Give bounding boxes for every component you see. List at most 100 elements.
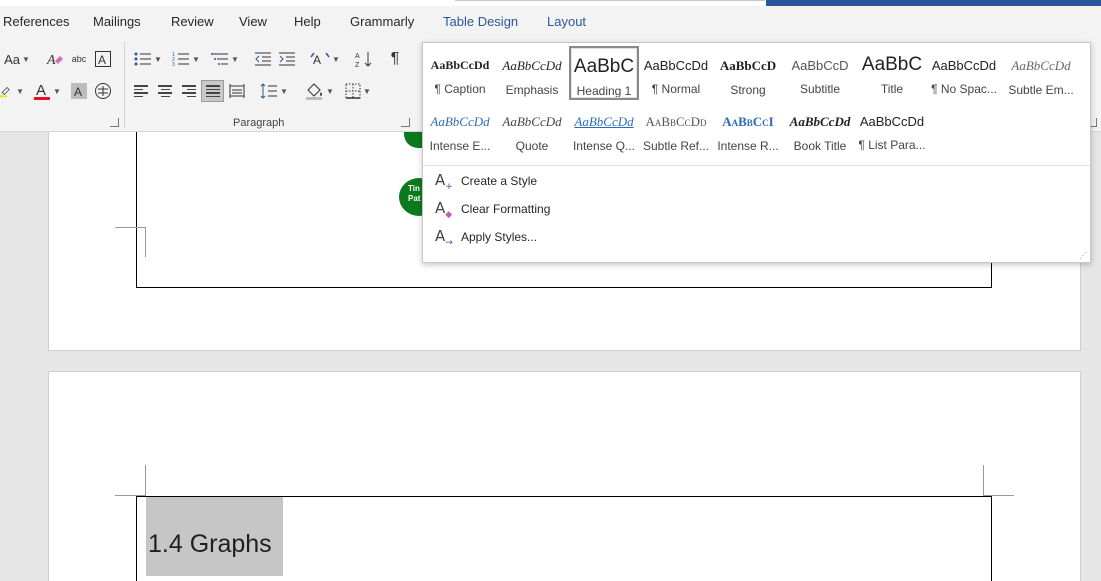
resize-grip-icon[interactable]: ⋰ (1079, 251, 1087, 260)
tab-table-design[interactable]: Table Design (443, 14, 518, 29)
svg-text:Z: Z (355, 62, 360, 68)
style-label: Intense R... (717, 139, 779, 153)
enclose-characters-icon[interactable] (92, 80, 114, 102)
chevron-down-icon: ▼ (16, 86, 24, 96)
text-direction-button[interactable]: A ▼ (308, 48, 342, 70)
style-label: ¶ Normal (651, 82, 701, 96)
tab-layout[interactable]: Layout (547, 14, 586, 29)
style-label: ¶ List Para... (858, 138, 926, 152)
character-border-icon[interactable]: A (92, 48, 114, 70)
menu-item-label: Apply Styles... (461, 230, 538, 244)
style-label: Subtle Em... (1008, 83, 1074, 97)
tab-view[interactable]: View (239, 14, 267, 29)
decrease-indent-icon[interactable] (252, 48, 274, 70)
chevron-down-icon: ▼ (192, 54, 200, 64)
svg-text:A: A (98, 53, 106, 67)
tab-review[interactable]: Review (171, 14, 214, 29)
align-left-icon[interactable] (131, 80, 151, 102)
align-right-icon[interactable] (179, 80, 199, 102)
shape-label: Tin Pat (408, 184, 421, 203)
style-strong[interactable]: AaBbCcD Strong (713, 46, 783, 100)
character-shading-icon[interactable]: A (68, 80, 90, 102)
style-intense-reference[interactable]: AaBbCcI Intense R... (713, 102, 783, 156)
style-caption[interactable]: AaBbCcDd ¶ Caption (425, 46, 495, 100)
styles-gallery: AaBbCcDd ¶ Caption AaBbCcDd Emphasis AaB… (422, 42, 1091, 263)
tab-help[interactable]: Help (294, 14, 321, 29)
style-list-paragraph[interactable]: AaBbCcDd ¶ List Para... (857, 102, 927, 156)
style-label: Subtitle (799, 82, 841, 96)
style-preview: AaBbC (573, 56, 635, 77)
style-normal[interactable]: AaBbCcDd ¶ Normal (641, 46, 711, 100)
increase-indent-icon[interactable] (276, 48, 298, 70)
crop-mark (115, 227, 145, 228)
style-intense-quote[interactable]: AaBbCcDd Intense Q... (569, 102, 639, 156)
highlight-icon[interactable]: ▼ (0, 80, 24, 102)
align-center-icon[interactable] (155, 80, 175, 102)
style-label: Book Title (793, 139, 847, 153)
style-preview: AaBbCcDd (502, 58, 562, 73)
distributed-icon[interactable] (227, 80, 247, 102)
tab-references[interactable]: References (3, 14, 69, 29)
paragraph-group-label: Paragraph (233, 117, 285, 129)
menu-item-label: Clear Formatting (461, 202, 551, 216)
font-color-icon[interactable]: A ▼ (30, 80, 64, 102)
chevron-down-icon: ▼ (363, 86, 371, 96)
style-title[interactable]: AaBbC Title (857, 46, 927, 100)
style-label: ¶ No Spac... (931, 82, 997, 96)
svg-text:3: 3 (172, 62, 175, 67)
section-heading[interactable]: 1.4 Graphs (148, 530, 272, 559)
style-intense-emphasis[interactable]: AaBbCcDd Intense E... (425, 102, 495, 156)
style-preview: AaBbCcD (719, 58, 777, 73)
title-divider (455, 0, 765, 1)
chevron-down-icon: ▼ (231, 54, 239, 64)
style-preview: AaBbCcDd (643, 58, 709, 73)
sort-icon[interactable]: AZ (353, 48, 375, 70)
style-preview: AaBbCcD (791, 58, 849, 73)
style-quote[interactable]: AaBbCcDd Quote (497, 102, 567, 156)
clear-formatting-icon[interactable]: A (44, 48, 66, 70)
style-preview: AaBbCcDd (931, 58, 997, 73)
style-emphasis[interactable]: AaBbCcDd Emphasis (497, 46, 567, 100)
line-spacing-button[interactable]: ▼ (257, 80, 291, 102)
change-case-button[interactable]: Aa ▼ (2, 48, 32, 70)
borders-button[interactable]: ▼ (341, 80, 375, 102)
style-preview: AaBbC (861, 54, 923, 75)
style-label: Intense E... (429, 139, 491, 153)
chevron-down-icon: ▼ (332, 54, 340, 64)
svg-text:A: A (36, 82, 46, 99)
bullets-button[interactable]: ▼ (131, 48, 165, 70)
svg-text:A: A (313, 53, 321, 67)
clear-formatting-item[interactable]: A◆ Clear Formatting (435, 198, 550, 220)
chevron-down-icon: ▼ (280, 86, 288, 96)
shading-button[interactable]: ▼ (302, 80, 336, 102)
phonetic-guide-icon[interactable]: abc (68, 48, 90, 70)
show-formatting-marks-button[interactable]: ¶ (384, 48, 406, 70)
style-preview: AaBbCcDd (859, 114, 925, 129)
svg-text:A: A (74, 85, 82, 99)
apply-styles-item[interactable]: A→ Apply Styles... (435, 226, 537, 248)
style-no-spacing[interactable]: AaBbCcDd ¶ No Spac... (929, 46, 999, 100)
group-separator (124, 42, 125, 128)
style-subtitle[interactable]: AaBbCcD Subtitle (785, 46, 855, 100)
multilevel-list-button[interactable]: ▼ (208, 48, 242, 70)
create-style-item[interactable]: A+ Create a Style (435, 170, 537, 192)
chevron-down-icon: ▼ (53, 86, 61, 96)
style-subtle-reference[interactable]: AaBbCcDd Subtle Ref... (641, 102, 711, 156)
style-subtle-emphasis[interactable]: AaBbCcDd Subtle Em... (1001, 46, 1081, 100)
create-style-icon: A+ (435, 170, 453, 192)
style-preview: AaBbCcDd (430, 58, 490, 72)
style-label: Subtle Ref... (642, 139, 710, 153)
font-dialog-launcher[interactable] (110, 118, 119, 127)
style-preview: AaBbCcI (722, 114, 774, 129)
paragraph-dialog-launcher[interactable] (401, 118, 410, 127)
style-preview: AaBbCcDd (789, 114, 851, 129)
style-heading-1[interactable]: AaBbC Heading 1 (569, 46, 639, 100)
style-label: ¶ Caption (434, 82, 486, 96)
style-preview: AaBbCcDd (645, 114, 707, 129)
crop-mark (983, 465, 984, 496)
tab-grammarly[interactable]: Grammarly (350, 14, 414, 29)
style-book-title[interactable]: AaBbCcDd Book Title (785, 102, 855, 156)
tab-mailings[interactable]: Mailings (93, 14, 141, 29)
numbering-button[interactable]: 1 2 3 ▼ (169, 48, 203, 70)
justify-icon[interactable] (201, 80, 224, 102)
